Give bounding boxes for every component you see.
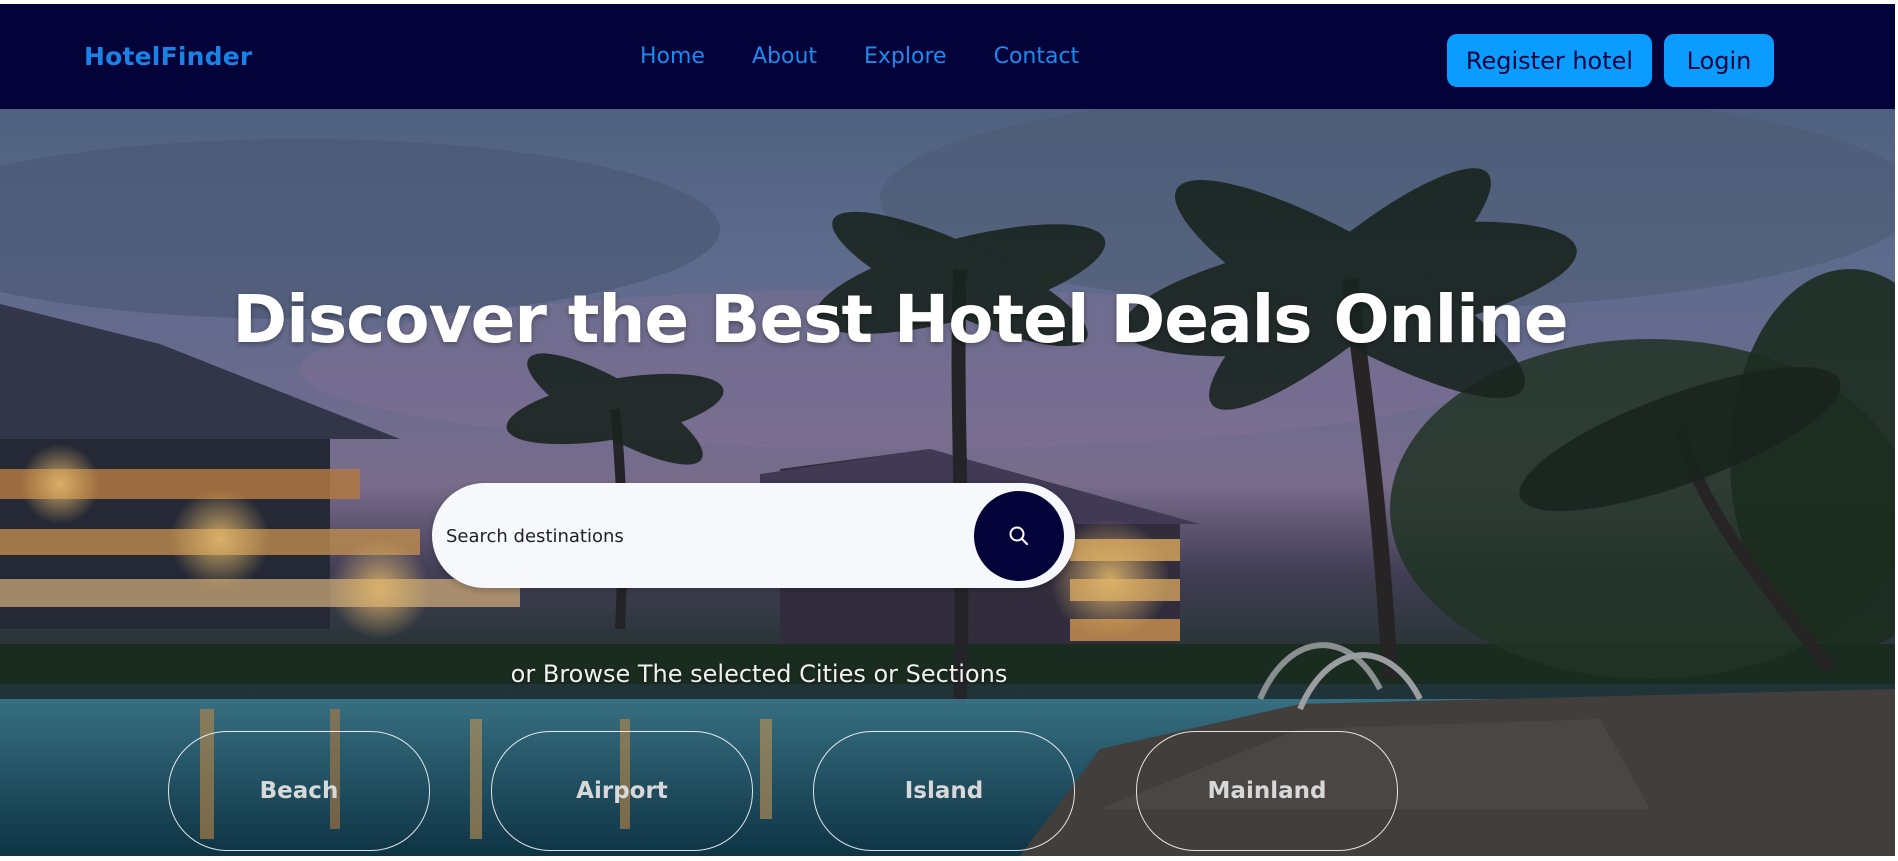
nav-link-home[interactable]: Home [640, 44, 705, 69]
search-icon [1009, 526, 1029, 546]
page: HotelFinder Home About Explore Contact R… [0, 4, 1895, 856]
category-island-button[interactable]: Island [813, 731, 1075, 851]
navbar: HotelFinder Home About Explore Contact R… [0, 4, 1895, 109]
search-bar [432, 483, 1075, 588]
browse-text: or Browse The selected Cities or Section… [510, 660, 1008, 688]
category-airport-button[interactable]: Airport [491, 731, 753, 851]
search-input[interactable] [444, 513, 968, 559]
nav-link-about[interactable]: About [752, 44, 817, 69]
register-hotel-button[interactable]: Register hotel [1447, 34, 1652, 87]
nav-link-contact[interactable]: Contact [994, 44, 1080, 69]
login-button[interactable]: Login [1664, 34, 1774, 87]
search-button[interactable] [974, 491, 1064, 581]
brand-logo[interactable]: HotelFinder [84, 42, 252, 71]
category-beach-button[interactable]: Beach [168, 731, 430, 851]
hero-title: Discover the Best Hotel Deals Online [232, 281, 1568, 359]
nav-links: Home About Explore Contact [640, 44, 1126, 69]
nav-link-explore[interactable]: Explore [864, 44, 947, 69]
hero-section: Discover the Best Hotel Deals Online or … [0, 109, 1895, 856]
category-mainland-button[interactable]: Mainland [1136, 731, 1398, 851]
